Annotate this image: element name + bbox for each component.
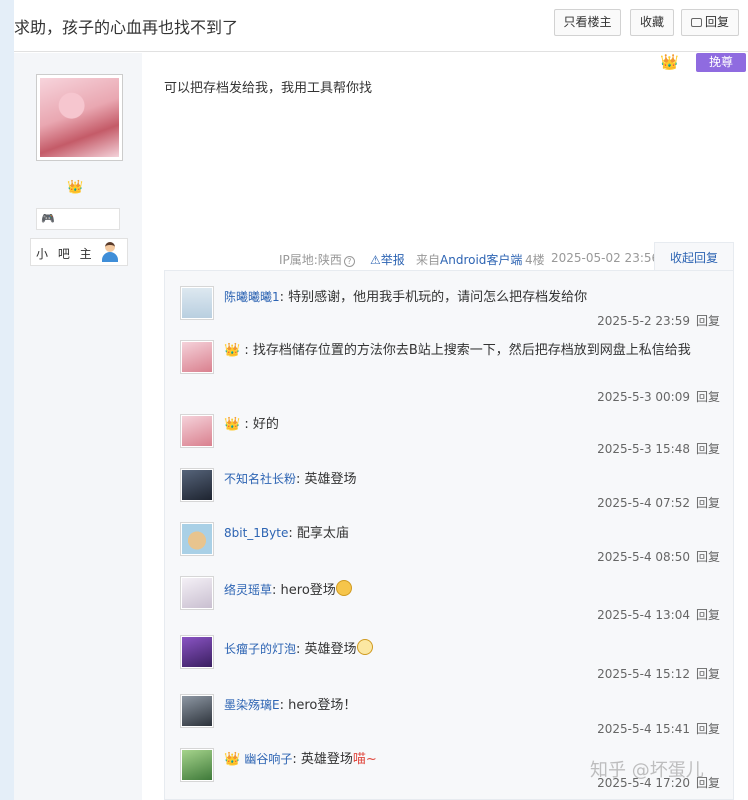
- reply-link[interactable]: 回复: [696, 496, 720, 510]
- avatar[interactable]: [180, 635, 214, 669]
- reply-time: 2025-5-4 15:41: [597, 722, 690, 736]
- avatar[interactable]: [180, 576, 214, 610]
- level-badge[interactable]: 🎮: [36, 208, 120, 230]
- sub-replies-panel: 陈曦曦曦1: 特别感谢，他用我手机玩的，请问怎么把存档发给你 2025-5-2 …: [164, 270, 734, 800]
- reply-text: hero登场: [280, 583, 336, 598]
- reply-text: 英雄登场: [300, 752, 353, 767]
- reply-username[interactable]: 络灵瑶草: [224, 583, 272, 597]
- reply-icon: [690, 18, 702, 27]
- reply-text: hero登场！: [288, 698, 357, 713]
- reply-button-label: 回复: [704, 15, 729, 29]
- author-sidebar: 👑 🎮 小 吧 主: [14, 53, 142, 800]
- person-icon: [101, 242, 119, 262]
- post-time: 2025-05-02 23:56: [551, 251, 660, 265]
- reply-text: 配享太庙: [296, 526, 349, 541]
- avatar[interactable]: [180, 340, 214, 374]
- reply-link[interactable]: 回复: [696, 608, 720, 622]
- ip-location: IP属地:陕西?: [279, 251, 355, 268]
- crown-icon: 👑: [224, 417, 241, 432]
- avatar[interactable]: [180, 522, 214, 556]
- avatar[interactable]: [180, 694, 214, 728]
- reply-username[interactable]: 墨染殇璃E: [224, 698, 280, 712]
- reply-username[interactable]: 幽谷响子: [244, 752, 292, 766]
- crown-icon: 👑: [224, 343, 241, 358]
- crown-icon: 👑: [660, 53, 679, 71]
- reply-text: 特别感谢，他用我手机玩的，请问怎么把存档发给你: [288, 290, 588, 305]
- client-source: 来自Android客户端: [416, 253, 523, 267]
- moderator-badge[interactable]: 小 吧 主: [30, 238, 128, 266]
- author-avatar[interactable]: [36, 74, 123, 161]
- reply-text: 好的: [252, 417, 279, 432]
- reply-time: 2025-5-3 15:48: [597, 442, 690, 456]
- client-link[interactable]: Android客户端: [440, 253, 522, 267]
- reply-suffix: 喵~: [352, 752, 377, 767]
- avatar[interactable]: [180, 414, 214, 448]
- help-icon[interactable]: ?: [343, 256, 355, 267]
- reply-username[interactable]: 8bit_1Byte: [224, 526, 288, 540]
- crown-icon: 👑: [67, 180, 84, 195]
- favorite-button[interactable]: 收藏: [630, 9, 674, 36]
- collapse-replies-button[interactable]: 收起回复: [654, 242, 734, 271]
- report-link[interactable]: ⚠举报: [370, 251, 405, 268]
- support-tag[interactable]: 挽尊: [696, 53, 746, 72]
- floor-number: 4楼: [525, 253, 545, 267]
- reply-text: 英雄登场: [304, 472, 357, 487]
- reply-time: 2025-5-2 23:59: [597, 314, 690, 328]
- watermark: 知乎 @坏蛋儿: [590, 760, 704, 781]
- thread-title: 求助，孩子的心血再也找不到了: [14, 18, 239, 37]
- bulb-emoji-icon: [356, 639, 373, 655]
- avatar[interactable]: [180, 286, 214, 320]
- reply-link[interactable]: 回复: [696, 667, 720, 681]
- reply-link[interactable]: 回复: [696, 314, 720, 328]
- thread-header: 求助，孩子的心血再也找不到了 只看楼主 收藏 回复: [14, 0, 748, 52]
- crown-icon: 👑: [224, 752, 241, 767]
- reply-link[interactable]: 回复: [696, 390, 720, 404]
- reply-button[interactable]: 回复: [681, 9, 739, 36]
- reply-time: 2025-5-3 00:09: [597, 390, 690, 404]
- reply-link[interactable]: 回复: [696, 722, 720, 736]
- reply-link[interactable]: 回复: [696, 442, 720, 456]
- reply-link[interactable]: 回复: [696, 550, 720, 564]
- only-op-button[interactable]: 只看楼主: [554, 9, 621, 36]
- post-content: 可以把存档发给我，我用工具帮你找: [164, 81, 373, 96]
- reply-time: 2025-5-4 08:50: [597, 550, 690, 564]
- avatar[interactable]: [180, 468, 214, 502]
- laughing-emoji-icon: [335, 580, 352, 596]
- reply-text: 找存档储存位置的方法你去B站上搜索一下，然后把存档放到网盘上私信给我: [252, 343, 691, 358]
- reply-username[interactable]: 陈曦曦曦1: [224, 290, 280, 304]
- reply-text: 英雄登场: [304, 642, 357, 657]
- reply-time: 2025-5-4 15:12: [597, 667, 690, 681]
- left-page-strip: [0, 0, 14, 800]
- reply-time: 2025-5-4 07:52: [597, 496, 690, 510]
- gamepad-icon: 🎮: [41, 212, 55, 225]
- reply-username[interactable]: 不知名社长粉: [224, 472, 296, 486]
- reply-username[interactable]: 长瘤子的灯泡: [224, 642, 296, 656]
- moderator-label: 小 吧 主: [36, 247, 95, 261]
- avatar[interactable]: [180, 748, 214, 782]
- reply-time: 2025-5-4 13:04: [597, 608, 690, 622]
